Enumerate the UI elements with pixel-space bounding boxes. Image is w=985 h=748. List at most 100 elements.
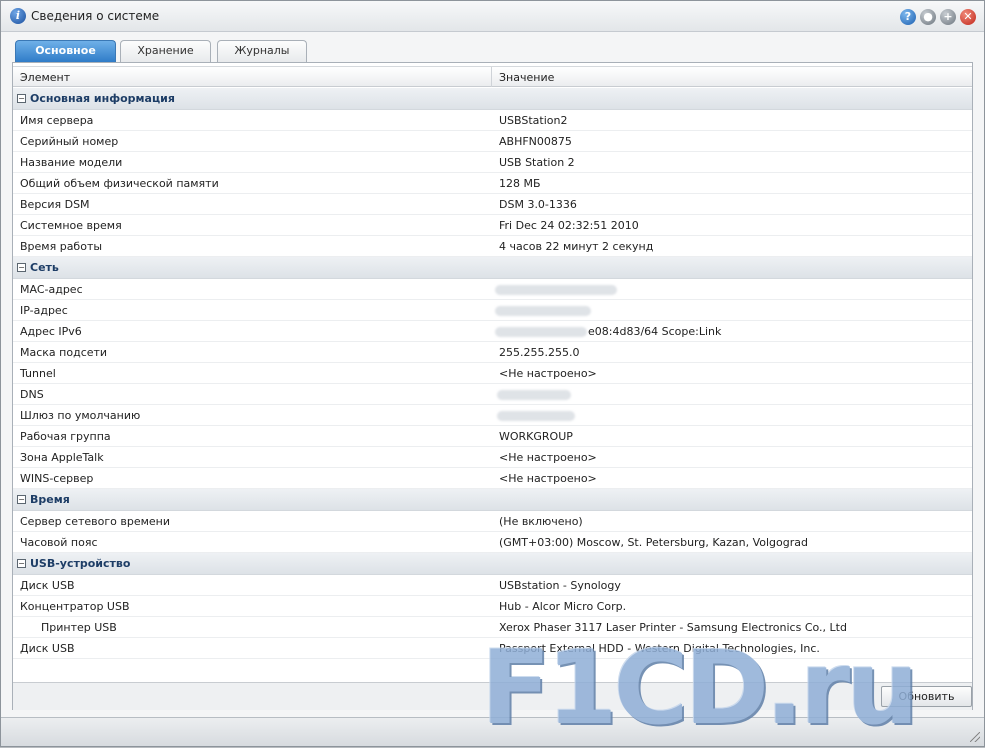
group-label: USB-устройство — [30, 557, 131, 570]
table-row: Сервер сетевого времени (Не включено) — [13, 511, 972, 532]
row-value: Hub - Alcor Micro Corp. — [499, 600, 627, 613]
row-value: ABHFN00875 — [499, 135, 572, 148]
row-name: Диск USB — [20, 579, 75, 592]
panel-footer: Обновить — [13, 682, 972, 710]
row-value: USBStation2 — [499, 114, 568, 127]
maximize-icon[interactable]: + — [940, 9, 956, 25]
row-value: Xerox Phaser 3117 Laser Printer - Samsun… — [499, 621, 847, 634]
info-icon: i — [10, 8, 26, 24]
help-icon[interactable]: ? — [900, 9, 916, 25]
table-row: Версия DSM DSM 3.0-1336 — [13, 194, 972, 215]
group-time[interactable]: − Время — [13, 489, 972, 511]
column-header-element[interactable]: Элемент — [20, 71, 70, 84]
title-bar[interactable]: i Сведения о системе ? ● + ✕ — [1, 1, 984, 32]
table-row: Имя сервера USBStation2 — [13, 110, 972, 131]
table-row: Общий объем физической памяти 128 МБ — [13, 173, 972, 194]
row-value: Fri Dec 24 02:32:51 2010 — [499, 219, 639, 232]
table-row: DNS — [13, 384, 972, 405]
window-title: Сведения о системе — [31, 9, 160, 23]
row-value: <Не настроено> — [499, 367, 597, 380]
row-name: Диск USB — [20, 642, 75, 655]
redacted-value — [497, 411, 575, 421]
table-row: Название модели USB Station 2 — [13, 152, 972, 173]
tab-logs[interactable]: Журналы — [217, 40, 307, 62]
row-name: IP-адрес — [20, 304, 68, 317]
row-value: USB Station 2 — [499, 156, 575, 169]
column-header-value[interactable]: Значение — [499, 71, 554, 84]
row-name: Название модели — [20, 156, 123, 169]
table-row: IP-адрес — [13, 300, 972, 321]
table-row: Маска подсети 255.255.255.0 — [13, 342, 972, 363]
row-name: Адрес IPv6 — [20, 325, 82, 338]
row-name: MAC-адрес — [20, 283, 83, 296]
tab-storage[interactable]: Хранение — [120, 40, 211, 62]
row-name: WINS-сервер — [20, 472, 94, 485]
row-value: WORKGROUP — [499, 430, 573, 443]
table-row: Шлюз по умолчанию — [13, 405, 972, 426]
grid-body: − Основная информация Имя сервера USBStat… — [13, 88, 972, 659]
redacted-value — [495, 285, 617, 295]
minimize-icon[interactable]: ● — [920, 9, 936, 25]
table-row: Концентратор USB Hub - Alcor Micro Corp. — [13, 596, 972, 617]
group-basic-info[interactable]: − Основная информация — [13, 88, 972, 110]
row-name: Рабочая группа — [20, 430, 111, 443]
collapse-icon[interactable]: − — [17, 559, 26, 568]
group-label: Сеть — [30, 261, 59, 274]
collapse-icon[interactable]: − — [17, 495, 26, 504]
table-row: Часовой пояс (GMT+03:00) Moscow, St. Pete… — [13, 532, 972, 553]
row-value: 255.255.255.0 — [499, 346, 580, 359]
row-value: Passport External HDD - Western Digital … — [499, 642, 820, 655]
collapse-icon[interactable]: − — [17, 263, 26, 272]
table-row: Принтер USB Xerox Phaser 3117 Laser Print… — [13, 617, 972, 638]
table-row: Диск USB USBstation - Synology — [13, 575, 972, 596]
row-value: <Не настроено> — [499, 451, 597, 464]
row-value: (GMT+03:00) Moscow, St. Petersburg, Kaza… — [499, 536, 808, 549]
row-value: USBstation - Synology — [499, 579, 621, 592]
refresh-button[interactable]: Обновить — [881, 686, 972, 707]
table-row: Серийный номер ABHFN00875 — [13, 131, 972, 152]
row-value: 4 часов 22 минут 2 секунд — [499, 240, 654, 253]
row-value: e08:4d83/64 Scope:Link — [588, 325, 722, 338]
grid-header: Элемент Значение — [13, 66, 972, 87]
group-network[interactable]: − Сеть — [13, 257, 972, 279]
table-row: MAC-адрес — [13, 279, 972, 300]
redacted-value — [497, 390, 571, 400]
row-name: Имя сервера — [20, 114, 94, 127]
table-row: Системное время Fri Dec 24 02:32:51 2010 — [13, 215, 972, 236]
tab-basic[interactable]: Основное — [15, 40, 116, 62]
row-name: Шлюз по умолчанию — [20, 409, 141, 422]
close-icon[interactable]: ✕ — [960, 9, 976, 25]
table-row: Время работы 4 часов 22 минут 2 секунд — [13, 236, 972, 257]
redacted-value — [495, 327, 587, 337]
row-name: Концентратор USB — [20, 600, 130, 613]
table-row: Адрес IPv6 e08:4d83/64 Scope:Link — [13, 321, 972, 342]
table-row: Рабочая группа WORKGROUP — [13, 426, 972, 447]
row-name: Системное время — [20, 219, 122, 232]
group-label: Время — [30, 493, 70, 506]
row-value: (Не включено) — [499, 515, 583, 528]
row-value: 128 МБ — [499, 177, 541, 190]
group-usb-devices[interactable]: − USB-устройство — [13, 553, 972, 575]
column-divider[interactable] — [491, 67, 492, 87]
row-name: Часовой пояс — [20, 536, 98, 549]
redacted-value — [495, 306, 591, 316]
table-row: Tunnel <Не настроено> — [13, 363, 972, 384]
status-bar — [1, 717, 984, 746]
row-name: Общий объем физической памяти — [20, 177, 219, 190]
row-value: <Не настроено> — [499, 472, 597, 485]
row-name: Серийный номер — [20, 135, 119, 148]
table-row: Зона AppleTalk <Не настроено> — [13, 447, 972, 468]
row-name: Версия DSM — [20, 198, 90, 211]
group-label: Основная информация — [30, 92, 175, 105]
resize-grip-icon[interactable] — [970, 732, 980, 742]
row-name: Время работы — [20, 240, 103, 253]
table-row: WINS-сервер <Не настроено> — [13, 468, 972, 489]
row-name: Зона AppleTalk — [20, 451, 104, 464]
row-name: Сервер сетевого времени — [20, 515, 171, 528]
collapse-icon[interactable]: − — [17, 94, 26, 103]
row-name: Принтер USB — [41, 621, 117, 634]
system-info-window: i Сведения о системе ? ● + ✕ Основное Хр… — [0, 0, 985, 748]
row-value: DSM 3.0-1336 — [499, 198, 577, 211]
row-name: DNS — [20, 388, 44, 401]
row-name: Tunnel — [20, 367, 56, 380]
